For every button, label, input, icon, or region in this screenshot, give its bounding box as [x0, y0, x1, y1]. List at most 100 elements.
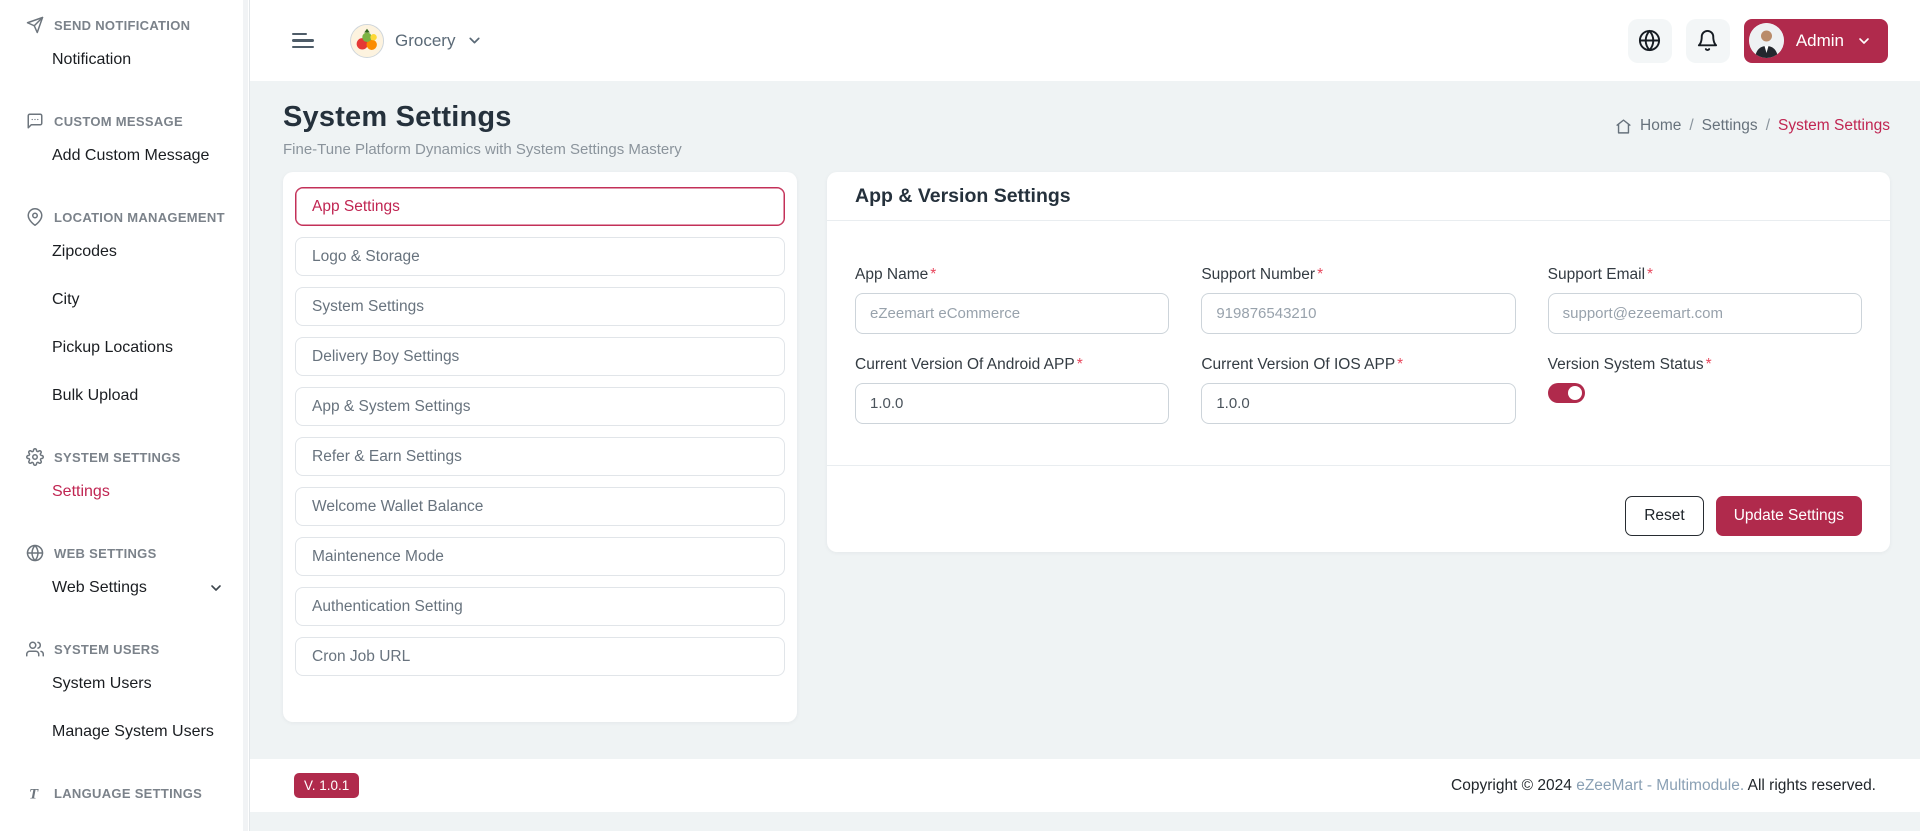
- sidebar-item-city[interactable]: City: [0, 276, 249, 324]
- svg-text:T: T: [29, 786, 39, 802]
- sidebar-item-manage-system-users[interactable]: Manage System Users: [0, 708, 249, 756]
- sidebar-section-custom-message: CUSTOM MESSAGE Add Custom Message: [0, 110, 249, 180]
- sidebar-item-label: Bulk Upload: [52, 387, 138, 405]
- app-version-settings-card: App & Version Settings App Name* Support …: [827, 172, 1890, 552]
- field-current-version-of-ios-app: Current Version Of IOS APP*: [1201, 356, 1515, 424]
- sidebar-item-bulk-upload[interactable]: Bulk Upload: [0, 372, 249, 420]
- tab-cron-job-url[interactable]: Cron Job URL: [295, 637, 785, 676]
- sidebar-section-system-users: SYSTEM USERS System Users Manage System Us…: [0, 638, 249, 756]
- form-actions: Reset Update Settings: [827, 466, 1890, 552]
- sidebar-section-title: SYSTEM USERS: [54, 642, 159, 657]
- copyright-text: Copyright © 2024 eZeeMart - Multimodule.…: [1451, 777, 1876, 795]
- sidebar-section-title: LOCATION MANAGEMENT: [54, 210, 225, 225]
- brand-link[interactable]: eZeeMart - Multimodule.: [1576, 777, 1744, 794]
- settings-tabs-card: App Settings Logo & Storage System Setting…: [283, 172, 797, 722]
- chevron-down-icon: [1856, 33, 1872, 49]
- required-asterisk: *: [1397, 356, 1403, 373]
- required-asterisk: *: [930, 266, 936, 283]
- sidebar-item-pickup-locations[interactable]: Pickup Locations: [0, 324, 249, 372]
- main-area: Grocery Admin: [250, 0, 1920, 831]
- required-asterisk: *: [1647, 266, 1653, 283]
- sidebar-item-settings[interactable]: Settings: [0, 468, 249, 516]
- sidebar-section-send-notification: SEND NOTIFICATION Notification: [0, 14, 249, 84]
- admin-menu-button[interactable]: Admin: [1744, 19, 1888, 63]
- sidebar-item-system-users[interactable]: System Users: [0, 660, 249, 708]
- users-icon: [26, 640, 44, 658]
- notifications-button[interactable]: [1686, 19, 1730, 63]
- tab-app-system-settings[interactable]: App & System Settings: [295, 387, 785, 426]
- sidebar-item-label: Pickup Locations: [52, 339, 173, 357]
- support-email-input[interactable]: [1548, 293, 1862, 334]
- store-name-label: Grocery: [395, 31, 455, 51]
- send-icon: [26, 16, 44, 34]
- page-subtitle: Fine-Tune Platform Dynamics with System …: [283, 141, 682, 158]
- panel-title: App & Version Settings: [827, 172, 1890, 220]
- required-asterisk: *: [1077, 356, 1083, 373]
- tab-maintenence-mode[interactable]: Maintenence Mode: [295, 537, 785, 576]
- reset-button[interactable]: Reset: [1625, 496, 1704, 536]
- breadcrumb-settings-link[interactable]: Settings: [1702, 117, 1758, 135]
- breadcrumb-current: System Settings: [1778, 117, 1890, 135]
- sidebar-item-notification[interactable]: Notification: [0, 36, 249, 84]
- app-name-input[interactable]: [855, 293, 1169, 334]
- sidebar-item-web-settings[interactable]: Web Settings: [0, 564, 249, 612]
- sidebar-section-language-settings: TLANGUAGE SETTINGS: [0, 782, 249, 804]
- chat-bubble-icon: [26, 112, 44, 130]
- field-current-version-of-android-app: Current Version Of Android APP*: [855, 356, 1169, 424]
- sidebar-toggle-icon[interactable]: [292, 33, 314, 49]
- field-label: App Name*: [855, 266, 1169, 284]
- tab-refer-earn-settings[interactable]: Refer & Earn Settings: [295, 437, 785, 476]
- tab-welcome-wallet-balance[interactable]: Welcome Wallet Balance: [295, 487, 785, 526]
- store-avatar: [350, 24, 384, 58]
- admin-avatar: [1749, 23, 1784, 58]
- chevron-down-icon: [208, 580, 224, 596]
- sidebar-item-label: Web Settings: [52, 579, 147, 597]
- sidebar-item-add-custom-message[interactable]: Add Custom Message: [0, 132, 249, 180]
- sidebar-item-label: City: [52, 291, 80, 309]
- sidebar-section-title: WEB SETTINGS: [54, 546, 157, 561]
- footer: V. 1.0.1 Copyright © 2024 eZeeMart - Mul…: [250, 759, 1920, 812]
- tab-authentication-setting[interactable]: Authentication Setting: [295, 587, 785, 626]
- support-number-input[interactable]: [1201, 293, 1515, 334]
- tab-system-settings[interactable]: System Settings: [295, 287, 785, 326]
- sidebar-item-label: Notification: [52, 51, 131, 69]
- content-row: App Settings Logo & Storage System Setting…: [283, 172, 1890, 722]
- sidebar-item-zipcodes[interactable]: Zipcodes: [0, 228, 249, 276]
- sidebar-section-header: SYSTEM USERS: [0, 638, 249, 660]
- update-settings-button[interactable]: Update Settings: [1716, 496, 1862, 536]
- current-version-of-android-app-input[interactable]: [855, 383, 1169, 424]
- sidebar-item-label: System Users: [52, 675, 152, 693]
- sidebar-section-header: CUSTOM MESSAGE: [0, 110, 249, 132]
- tab-logo-storage[interactable]: Logo & Storage: [295, 237, 785, 276]
- tab-delivery-boy-settings[interactable]: Delivery Boy Settings: [295, 337, 785, 376]
- field-label: Current Version Of Android APP*: [855, 356, 1169, 374]
- home-icon: [1615, 118, 1632, 135]
- sidebar-section-title: SEND NOTIFICATION: [54, 18, 190, 33]
- sidebar-section-header: SEND NOTIFICATION: [0, 14, 249, 36]
- chevron-down-icon: [466, 32, 483, 49]
- topbar: Grocery Admin: [250, 0, 1920, 81]
- sidebar-section-title: CUSTOM MESSAGE: [54, 114, 183, 129]
- sidebar-item-label: Settings: [52, 483, 110, 501]
- admin-label: Admin: [1796, 31, 1844, 51]
- sidebar-item-label: Zipcodes: [52, 243, 117, 261]
- sidebar-item-label: Add Custom Message: [52, 147, 209, 165]
- sidebar-section-header: SYSTEM SETTINGS: [0, 446, 249, 468]
- breadcrumb-home-link[interactable]: Home: [1640, 117, 1681, 135]
- language-globe-button[interactable]: [1628, 19, 1672, 63]
- sidebar-section-location-management: LOCATION MANAGEMENT Zipcodes City Pickup Lo…: [0, 206, 249, 420]
- required-asterisk: *: [1317, 266, 1323, 283]
- field-version-system-status: Version System Status*: [1548, 356, 1862, 424]
- tab-app-settings[interactable]: App Settings: [295, 187, 785, 226]
- current-version-of-ios-app-input[interactable]: [1201, 383, 1515, 424]
- globe-icon: [26, 544, 44, 562]
- page-head: System Settings Fine-Tune Platform Dynam…: [283, 101, 1890, 158]
- field-app-name: App Name*: [855, 266, 1169, 334]
- globe-icon: [1638, 29, 1661, 52]
- field-label: Version System Status*: [1548, 356, 1862, 374]
- store-switcher-dropdown[interactable]: Grocery: [350, 24, 483, 58]
- version-system-status-toggle[interactable]: [1548, 383, 1585, 403]
- field-label: Support Number*: [1201, 266, 1515, 284]
- page-title: System Settings: [283, 101, 682, 134]
- map-pin-icon: [26, 208, 44, 226]
